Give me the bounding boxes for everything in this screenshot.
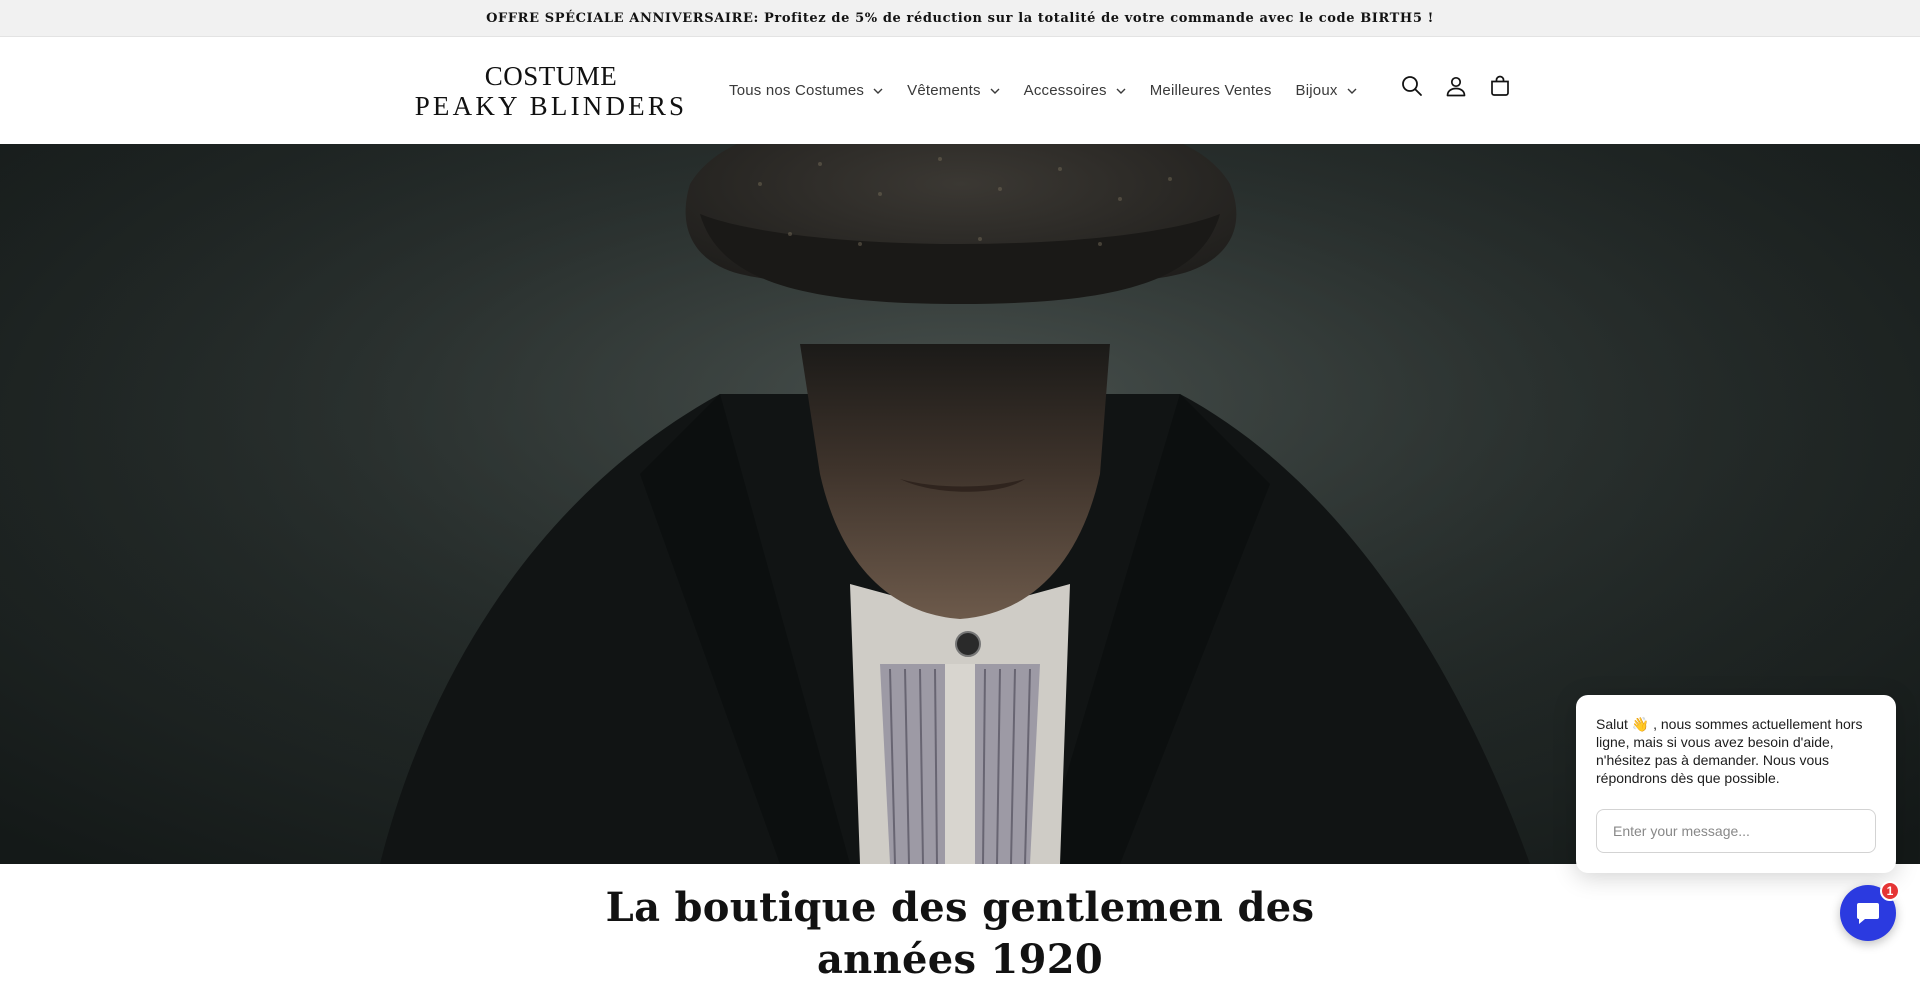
nav-item-accessoires[interactable]: Accessoires [1015, 71, 1135, 111]
search-icon[interactable] [1398, 72, 1426, 100]
logo-line2: PEAKY BLINDERS [414, 91, 688, 121]
chat-message-input[interactable] [1596, 809, 1876, 853]
nav-item-label: Meilleures Ventes [1149, 82, 1272, 99]
chevron-down-icon [873, 88, 883, 94]
chevron-down-icon [1347, 88, 1357, 94]
nav-item-tous-nos-costumes[interactable]: Tous nos Costumes [720, 71, 892, 111]
chevron-down-icon [990, 88, 1000, 94]
nav-item-label: Tous nos Costumes [729, 82, 865, 99]
header-icons [1398, 72, 1530, 100]
main-nav: Tous nos Costumes Vêtements Accessoires … [720, 37, 1372, 144]
nav-item-meilleures-ventes[interactable]: Meilleures Ventes [1141, 71, 1281, 111]
chat-notification-badge: 1 [1880, 881, 1900, 901]
announcement-bar: OFFRE SPÉCIALE ANNIVERSAIRE: Profitez de… [0, 0, 1920, 37]
logo-line1: COSTUME [484, 61, 618, 91]
announcement-text: OFFRE SPÉCIALE ANNIVERSAIRE: Profitez de… [486, 10, 1434, 26]
nav-item-label: Vêtements [907, 82, 981, 99]
site-logo[interactable]: COSTUME PEAKY BLINDERS [410, 63, 692, 120]
cart-icon[interactable] [1486, 72, 1514, 100]
chat-message: Salut 👋 , nous sommes actuellement hors … [1596, 716, 1863, 786]
nav-item-label: Bijoux [1295, 82, 1338, 99]
chat-bubble-icon [1857, 903, 1879, 924]
chevron-down-icon [1116, 88, 1126, 94]
chat-popup: Salut 👋 , nous sommes actuellement hors … [1576, 695, 1896, 873]
account-icon[interactable] [1442, 72, 1470, 100]
site-header: COSTUME PEAKY BLINDERS Tous nos Costumes… [0, 37, 1920, 144]
nav-item-bijoux[interactable]: Bijoux [1287, 71, 1366, 111]
hero-title: La boutique des gentlemen des années 192… [605, 884, 1315, 983]
nav-item-vetements[interactable]: Vêtements [898, 71, 1009, 111]
nav-item-label: Accessoires [1023, 82, 1107, 99]
